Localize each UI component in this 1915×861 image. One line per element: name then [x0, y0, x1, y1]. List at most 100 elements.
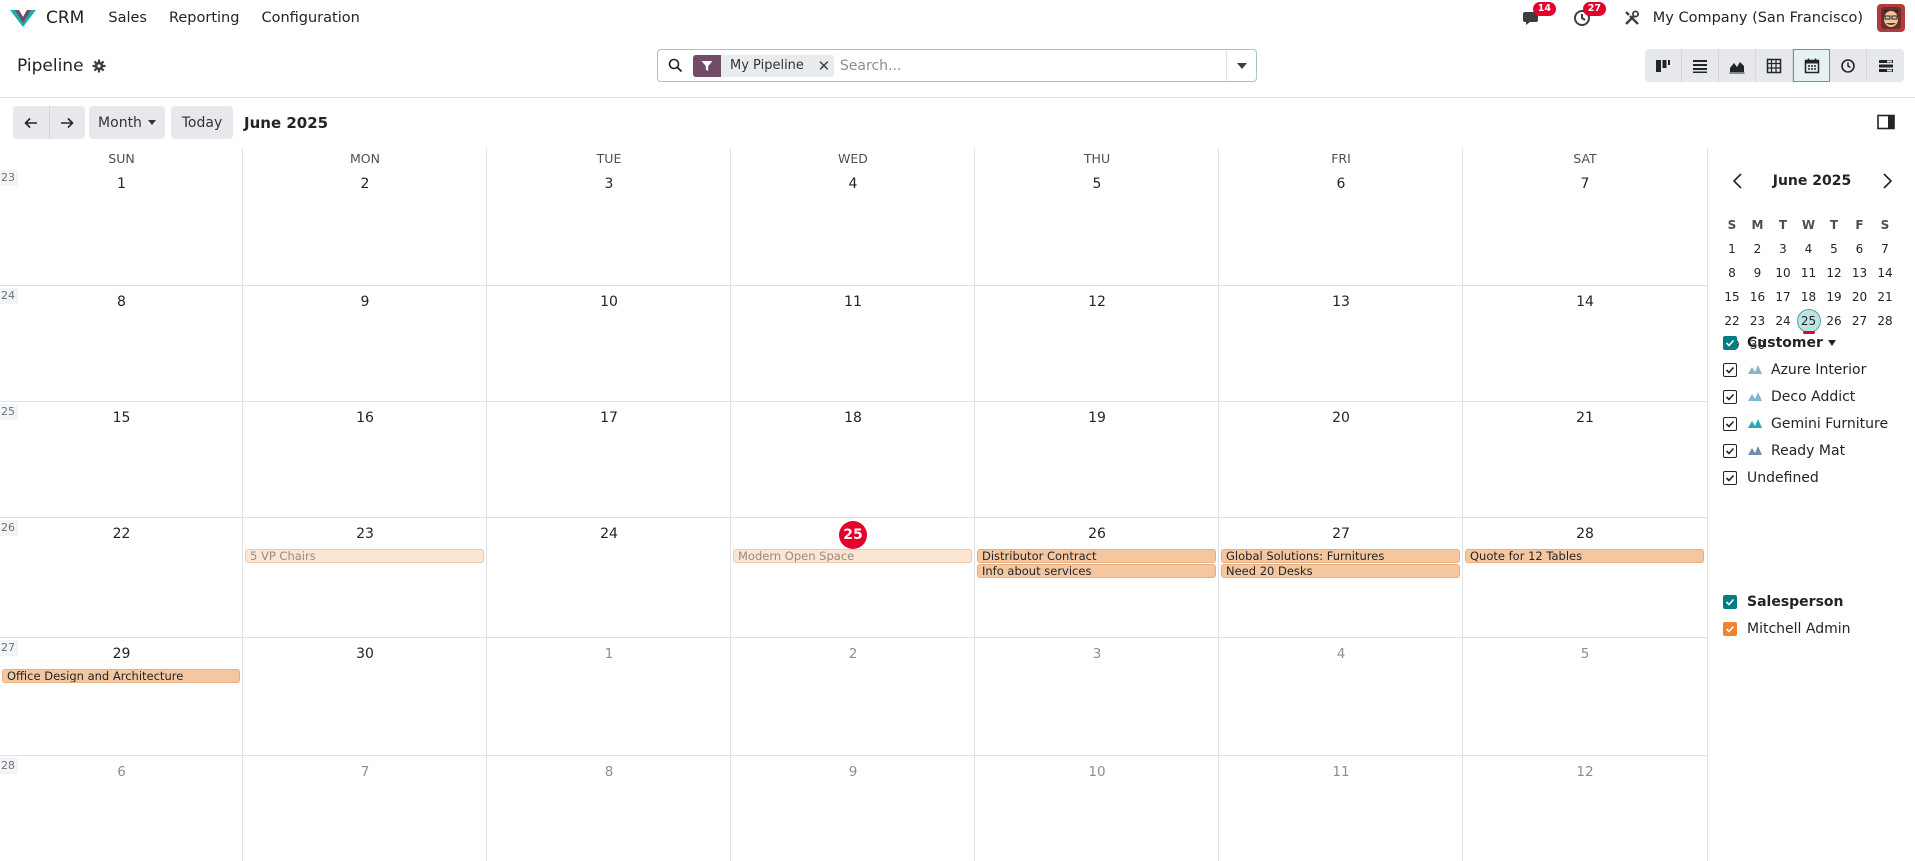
debug-tools-button[interactable]: [1621, 7, 1643, 29]
next-period-button[interactable]: [50, 106, 86, 139]
day-number[interactable]: 13: [1219, 294, 1463, 310]
day-number[interactable]: 4: [731, 176, 975, 192]
menu-configuration[interactable]: Configuration: [261, 10, 359, 26]
side-panel-toggle-icon[interactable]: [1877, 114, 1895, 130]
customer-checkbox[interactable]: [1723, 444, 1737, 458]
day-number[interactable]: 8: [487, 764, 731, 780]
day-number[interactable]: 30: [243, 646, 487, 662]
mini-calendar-day[interactable]: 3: [1770, 240, 1796, 258]
mini-calendar-day[interactable]: 23: [1745, 312, 1771, 330]
customer-filter-item[interactable]: Gemini Furniture: [1723, 415, 1913, 433]
mini-calendar-day[interactable]: 25: [1796, 312, 1822, 330]
facet-remove-icon[interactable]: ✕: [814, 55, 834, 77]
day-number[interactable]: 6: [1219, 176, 1463, 192]
mini-calendar-day[interactable]: 15: [1719, 288, 1745, 306]
mini-calendar-day[interactable]: 9: [1745, 264, 1771, 282]
mini-calendar-day[interactable]: 14: [1872, 264, 1898, 282]
gear-icon[interactable]: [92, 59, 106, 73]
day-number[interactable]: 18: [731, 410, 975, 426]
day-number[interactable]: 12: [975, 294, 1219, 310]
activities-button[interactable]: 27: [1571, 2, 1607, 29]
view-pivot-button[interactable]: [1756, 49, 1793, 82]
mini-calendar-day[interactable]: 19: [1821, 288, 1847, 306]
menu-sales[interactable]: Sales: [108, 10, 147, 26]
day-number[interactable]: 9: [243, 294, 487, 310]
customer-filter-header[interactable]: Customer: [1723, 334, 1913, 352]
mini-calendar-day[interactable]: 27: [1847, 312, 1873, 330]
customer-checkbox[interactable]: [1723, 471, 1737, 485]
calendar-event[interactable]: Distributor Contract: [977, 549, 1216, 563]
day-number[interactable]: 2: [243, 176, 487, 192]
calendar-event[interactable]: Office Design and Architecture: [2, 669, 240, 683]
day-number[interactable]: 8: [0, 294, 243, 310]
day-number[interactable]: 10: [975, 764, 1219, 780]
view-kanban-button[interactable]: [1645, 49, 1682, 82]
mini-calendar-day[interactable]: 1: [1719, 240, 1745, 258]
day-number[interactable]: 22: [0, 526, 243, 542]
mini-calendar-day[interactable]: 26: [1821, 312, 1847, 330]
day-number[interactable]: 16: [243, 410, 487, 426]
day-number[interactable]: 15: [0, 410, 243, 426]
today-date-marker[interactable]: 25: [839, 521, 867, 549]
messaging-button[interactable]: 14: [1521, 2, 1557, 29]
customer-checkbox[interactable]: [1723, 390, 1737, 404]
mini-calendar-day[interactable]: 17: [1770, 288, 1796, 306]
mini-calendar-day[interactable]: 12: [1821, 264, 1847, 282]
today-button[interactable]: Today: [171, 106, 233, 139]
day-number[interactable]: 27: [1219, 526, 1463, 542]
calendar-event[interactable]: Need 20 Desks: [1221, 564, 1460, 578]
previous-period-button[interactable]: [13, 106, 50, 139]
calendar-event[interactable]: Global Solutions: Furnitures: [1221, 549, 1460, 563]
customer-filter-item[interactable]: Azure Interior: [1723, 361, 1913, 379]
day-number[interactable]: 1: [487, 646, 731, 662]
mini-calendar-day[interactable]: 28: [1872, 312, 1898, 330]
calendar-event[interactable]: Modern Open Space: [733, 549, 972, 563]
customer-filter-item[interactable]: Deco Addict: [1723, 388, 1913, 406]
mini-calendar-day[interactable]: 16: [1745, 288, 1771, 306]
day-number[interactable]: 1: [0, 176, 243, 192]
mini-calendar-day[interactable]: 4: [1796, 240, 1822, 258]
mini-calendar-day[interactable]: 5: [1821, 240, 1847, 258]
day-number[interactable]: 6: [0, 764, 243, 780]
customer-filter-item[interactable]: Undefined: [1723, 469, 1913, 487]
day-number[interactable]: 24: [487, 526, 731, 542]
app-brand[interactable]: CRM: [10, 8, 84, 28]
mini-calendar-day[interactable]: 8: [1719, 264, 1745, 282]
day-number[interactable]: 5: [975, 176, 1219, 192]
day-number[interactable]: 26: [975, 526, 1219, 542]
day-number[interactable]: 9: [731, 764, 975, 780]
mini-calendar-day[interactable]: 2: [1745, 240, 1771, 258]
mini-calendar-day[interactable]: 18: [1796, 288, 1822, 306]
day-number[interactable]: 3: [487, 176, 731, 192]
view-activity-button[interactable]: [1830, 49, 1867, 82]
mini-calendar-day[interactable]: 10: [1770, 264, 1796, 282]
day-number[interactable]: 29: [0, 646, 243, 662]
calendar-event[interactable]: 5 VP Chairs: [245, 549, 484, 563]
scale-dropdown-button[interactable]: Month: [89, 106, 165, 139]
mini-calendar-day[interactable]: 6: [1847, 240, 1873, 258]
salesperson-checkbox[interactable]: [1723, 622, 1737, 636]
day-number[interactable]: 21: [1463, 410, 1707, 426]
salesperson-all-checkbox[interactable]: [1723, 595, 1737, 609]
menu-reporting[interactable]: Reporting: [169, 10, 240, 26]
day-number[interactable]: 23: [243, 526, 487, 542]
search-input[interactable]: [839, 57, 1226, 74]
customer-filter-item[interactable]: Ready Mat: [1723, 442, 1913, 460]
day-number[interactable]: 28: [1463, 526, 1707, 542]
salesperson-filter-header[interactable]: Salesperson: [1723, 593, 1913, 611]
day-number[interactable]: 7: [243, 764, 487, 780]
company-switcher[interactable]: My Company (San Francisco): [1653, 10, 1863, 26]
day-number[interactable]: 11: [1219, 764, 1463, 780]
view-calendar-button[interactable]: [1793, 49, 1830, 82]
view-list-button[interactable]: [1682, 49, 1719, 82]
user-avatar[interactable]: [1877, 4, 1905, 32]
customer-all-checkbox[interactable]: [1723, 336, 1737, 350]
mini-calendar-day[interactable]: 13: [1847, 264, 1873, 282]
customer-checkbox[interactable]: [1723, 363, 1737, 377]
mini-calendar-day[interactable]: 7: [1872, 240, 1898, 258]
day-number[interactable]: 17: [487, 410, 731, 426]
day-number[interactable]: 11: [731, 294, 975, 310]
day-number[interactable]: 7: [1463, 176, 1707, 192]
mini-next-month-icon[interactable]: [1880, 172, 1894, 190]
day-number[interactable]: 3: [975, 646, 1219, 662]
